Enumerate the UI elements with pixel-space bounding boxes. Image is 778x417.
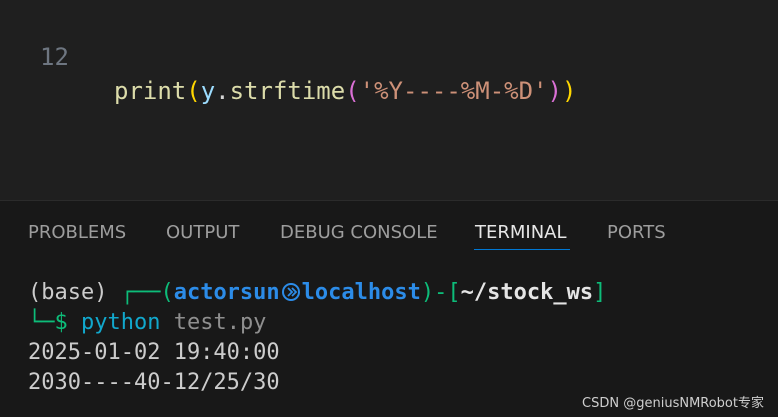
terminal-output-line: 2025-01-02 19:40:00	[28, 340, 280, 365]
prompt-box-bottom: └─$	[28, 310, 81, 335]
prompt-box-top: ┌──(	[120, 280, 174, 305]
panel-tabs: PROBLEMS OUTPUT DEBUG CONSOLE TERMINAL P…	[0, 201, 778, 261]
code-content[interactable]: print(y.strftime('%Y----%M-%D'))	[114, 74, 576, 108]
command-name: python	[80, 310, 161, 335]
terminal-prompt-line: (base) ┌──(actorsun localhost)-[~/stock_w…	[28, 278, 606, 308]
token-method: strftime	[229, 77, 346, 105]
tab-debug-console[interactable]: DEBUG CONSOLE	[280, 219, 438, 247]
prompt-host: localhost	[301, 280, 421, 305]
tab-output[interactable]: OUTPUT	[166, 219, 239, 247]
token-paren: (	[186, 77, 201, 105]
terminal-output-line: 2030----40-12/25/30	[28, 370, 280, 395]
prompt-path: ~/stock_ws	[460, 280, 594, 305]
code-editor[interactable]: 12 print(y.strftime('%Y----%M-%D'))	[0, 0, 778, 200]
active-tab-indicator	[474, 249, 570, 250]
prompt-close: ]	[593, 280, 607, 305]
terminal-command-line: └─$ python test.py	[28, 308, 266, 338]
at-symbol-icon	[281, 283, 300, 301]
watermark: CSDN @geniusNMRobot专家	[582, 396, 764, 411]
bottom-panel: PROBLEMS OUTPUT DEBUG CONSOLE TERMINAL P…	[0, 201, 778, 417]
prompt-user: actorsun	[173, 280, 280, 305]
code-line-12[interactable]: 12 print(y.strftime('%Y----%M-%D'))	[0, 6, 778, 105]
token-dot: .	[215, 77, 230, 105]
token-variable: y	[200, 77, 216, 105]
command-argument: test.py	[160, 310, 267, 335]
prompt-separator: )-[	[420, 280, 461, 305]
token-paren: )	[547, 77, 562, 105]
token-function: print	[114, 77, 187, 105]
token-paren: (	[345, 77, 360, 105]
token-paren: )	[561, 77, 577, 105]
tab-terminal[interactable]: TERMINAL	[475, 219, 567, 247]
line-number: 12	[40, 43, 69, 71]
token-string: '%Y----%M-%D'	[359, 77, 548, 105]
tab-problems[interactable]: PROBLEMS	[28, 219, 126, 247]
conda-env: (base)	[28, 280, 121, 305]
tab-ports[interactable]: PORTS	[607, 219, 666, 247]
